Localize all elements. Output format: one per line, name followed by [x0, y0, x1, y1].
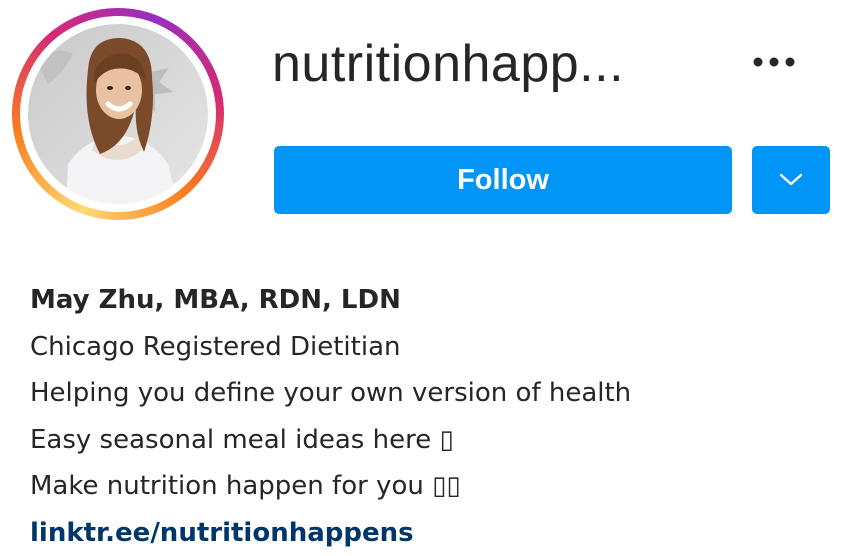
more-options-button[interactable] [746, 44, 802, 80]
follow-button-label: Follow [457, 164, 549, 197]
suggested-accounts-dropdown-button[interactable] [752, 146, 830, 214]
ellipsis-icon [746, 44, 802, 80]
avatar-ring-gap [20, 16, 216, 212]
bio-line-motto: Make nutrition happen for you ▯▯ [30, 463, 631, 510]
profile-username: nutritionhapp... [272, 34, 624, 94]
avatar-story-ring[interactable] [12, 8, 224, 220]
bio-line-location: Chicago Registered Dietitian [30, 324, 631, 371]
bio-line-meals: Easy seasonal meal ideas here ▯ [30, 417, 631, 464]
follow-button[interactable]: Follow [274, 146, 732, 214]
profile-full-name: May Zhu, MBA, RDN, LDN [30, 277, 631, 324]
avatar[interactable] [28, 24, 208, 204]
avatar-photo-image [28, 24, 208, 204]
profile-bio: May Zhu, MBA, RDN, LDN Chicago Registere… [30, 277, 631, 556]
chevron-down-icon [778, 172, 804, 188]
bio-line-tagline: Helping you define your own version of h… [30, 370, 631, 417]
bio-website-link[interactable]: linktr.ee/nutritionhappens [30, 510, 631, 556]
